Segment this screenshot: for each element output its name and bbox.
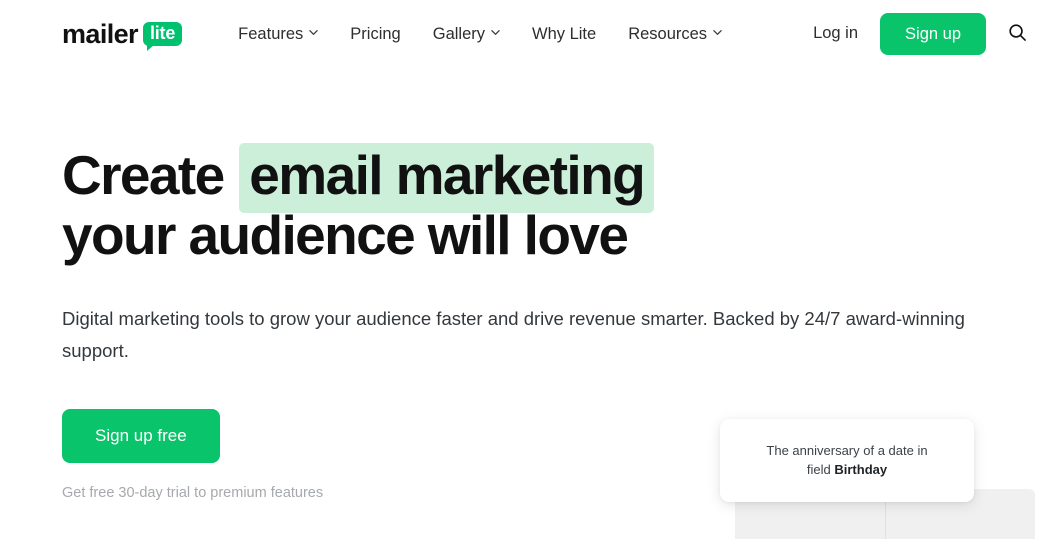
site-header: mailer lite Features Pricing Gallery Why… — [0, 0, 1053, 68]
nav-item-label: Features — [238, 24, 304, 43]
nav-item-label: Pricing — [350, 24, 401, 43]
logo-badge-lite: lite — [142, 22, 183, 51]
hero-section: Create email marketing your audience wil… — [0, 68, 1053, 501]
search-button[interactable] — [1000, 15, 1035, 53]
chevron-down-icon — [309, 28, 319, 37]
signup-button[interactable]: Sign up — [880, 12, 986, 56]
logo-mailerlite[interactable]: mailer lite — [62, 18, 183, 51]
search-icon — [1008, 23, 1027, 45]
headline-line-2: your audience will love — [62, 203, 629, 266]
cta-note: Get free 30-day trial to premium feature… — [62, 485, 324, 502]
page-title: Create email marketing your audience wil… — [62, 143, 922, 266]
hero-subheadline: Digital marketing tools to grow your aud… — [62, 307, 965, 361]
signup-free-button[interactable]: Sign up free — [62, 408, 220, 464]
chevron-down-icon — [491, 28, 500, 37]
nav-item-label: Resources — [628, 24, 708, 43]
nav-item-resources[interactable]: Resources — [612, 17, 738, 52]
nav-item-label: Why Lite — [532, 24, 597, 43]
nav-item-label: Gallery — [432, 24, 485, 43]
nav-item-why-lite[interactable]: Why Lite — [516, 17, 612, 52]
login-link[interactable]: Log in — [791, 16, 880, 51]
headline-line-1: Create email marketing — [62, 143, 922, 213]
nav-item-gallery[interactable]: Gallery — [417, 17, 516, 52]
headline-highlight-text: email marketing — [239, 143, 655, 213]
logo-text-mailer: mailer — [62, 18, 139, 49]
nav-item-pricing[interactable]: Pricing — [334, 17, 416, 52]
headline-plain-text: Create — [62, 144, 225, 206]
logo-badge-label: lite — [149, 23, 176, 43]
nav-item-features[interactable]: Features — [222, 17, 334, 52]
header-actions: Log in Sign up — [791, 12, 1035, 56]
main-navigation: Features Pricing Gallery Why Lite Resour… — [222, 17, 791, 52]
chevron-down-icon — [713, 28, 722, 37]
